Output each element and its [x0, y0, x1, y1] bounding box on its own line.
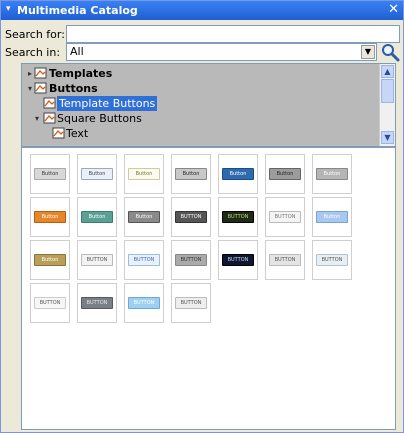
scroll-thumb[interactable]	[381, 79, 394, 103]
expanded-toggle-icon[interactable]: ▾	[28, 81, 32, 96]
button-template-thumbnail[interactable]: Button	[312, 154, 352, 194]
button-template-thumbnail[interactable]: BUTTON	[218, 240, 258, 280]
button-preview: BUTTON	[34, 297, 66, 309]
tree-item-label: Buttons	[49, 82, 98, 95]
panel-title: Multimedia Catalog	[17, 4, 138, 17]
button-template-thumbnail[interactable]: Button	[265, 154, 305, 194]
tree-item[interactable]: ▾ Square Buttons	[22, 111, 380, 126]
tree-item[interactable]: ▾ Buttons	[22, 81, 380, 96]
button-preview: BUTTON	[175, 211, 207, 223]
tree-item[interactable]: Template Buttons	[22, 96, 380, 111]
button-preview: Button	[222, 168, 254, 180]
button-preview: Button	[34, 211, 66, 223]
search-for-input[interactable]	[66, 25, 400, 43]
button-preview: Button	[128, 211, 160, 223]
search-for-label: Search for:	[5, 28, 65, 41]
chevron-down-icon[interactable]: ▼	[361, 45, 375, 59]
button-preview: BUTTON	[128, 254, 160, 266]
button-preview: Button	[175, 168, 207, 180]
button-template-thumbnail[interactable]: BUTTON	[171, 197, 211, 237]
expanded-toggle-icon[interactable]: ▾	[35, 111, 39, 126]
button-template-thumbnail[interactable]: Button	[30, 240, 70, 280]
button-template-thumbnail[interactable]: BUTTON	[30, 283, 70, 323]
button-preview: BUTTON	[316, 254, 348, 266]
button-template-thumbnail[interactable]: BUTTON	[124, 283, 164, 323]
button-template-thumbnail[interactable]: Button	[77, 197, 117, 237]
button-template-thumbnail[interactable]: Button	[124, 154, 164, 194]
button-preview: BUTTON	[81, 297, 113, 309]
button-template-thumbnail[interactable]: BUTTON	[265, 240, 305, 280]
search-in-select[interactable]: All ▼	[66, 43, 377, 61]
button-template-thumbnail[interactable]: BUTTON	[312, 240, 352, 280]
folder-document-icon	[52, 127, 65, 139]
folder-document-icon	[34, 67, 47, 79]
button-template-thumbnail[interactable]: Button	[312, 197, 352, 237]
collapse-arrow-icon[interactable]: ▾	[6, 4, 11, 14]
multimedia-catalog-panel: ▾ Multimedia Catalog ✕ Search for: Searc…	[0, 0, 404, 433]
button-preview: Button	[128, 168, 160, 180]
scroll-up-icon[interactable]: ▲	[381, 65, 394, 78]
scroll-down-icon[interactable]: ▼	[381, 131, 394, 144]
button-preview: BUTTON	[269, 254, 301, 266]
tree-item[interactable]: Text	[22, 126, 380, 141]
tree-item-label: Text	[66, 127, 89, 140]
button-preview: BUTTON	[222, 211, 254, 223]
button-preview: BUTTON	[222, 254, 254, 266]
search-in-label: Search in:	[5, 46, 61, 59]
panel-title-bar[interactable]: ▾ Multimedia Catalog ✕	[1, 1, 403, 20]
button-template-thumbnail[interactable]: Button	[30, 154, 70, 194]
tree-item[interactable]: ▸ Templates	[22, 66, 380, 81]
button-template-thumbnail[interactable]: BUTTON	[265, 197, 305, 237]
tree-item-label: Square Buttons	[57, 112, 142, 125]
button-preview: BUTTON	[175, 297, 207, 309]
button-preview: BUTTON	[175, 254, 207, 266]
button-template-thumbnail[interactable]: Button	[124, 197, 164, 237]
button-preview: Button	[269, 168, 301, 180]
button-template-thumbnail[interactable]: BUTTON	[171, 240, 211, 280]
button-template-grid: Button Button Button Button Button Button Butt…	[21, 147, 396, 430]
button-preview: Button	[316, 168, 348, 180]
button-preview: Button	[34, 254, 66, 266]
folder-document-icon	[43, 112, 56, 124]
folder-document-icon	[43, 97, 56, 109]
button-preview: Button	[316, 211, 348, 223]
button-preview: Button	[34, 168, 66, 180]
catalog-tree: ▸ Templates ▾ Buttons Template Buttons ▾ Squar…	[21, 63, 396, 147]
tree-item-label: Template Buttons	[57, 96, 158, 111]
button-template-thumbnail[interactable]: BUTTON	[171, 283, 211, 323]
button-template-thumbnail[interactable]: Button	[30, 197, 70, 237]
button-template-thumbnail[interactable]: BUTTON	[77, 240, 117, 280]
button-preview: BUTTON	[128, 297, 160, 309]
close-icon[interactable]: ✕	[388, 2, 399, 17]
button-template-thumbnail[interactable]: Button	[218, 154, 258, 194]
button-preview: Button	[81, 211, 113, 223]
search-in-row: Search in: All ▼	[5, 43, 401, 63]
tree-scrollbar[interactable]: ▲ ▼	[379, 64, 395, 146]
button-preview: BUTTON	[269, 211, 301, 223]
button-preview: Button	[81, 168, 113, 180]
search-icon[interactable]	[380, 42, 400, 62]
button-template-thumbnail[interactable]: Button	[77, 154, 117, 194]
button-preview: BUTTON	[81, 254, 113, 266]
folder-document-icon	[34, 82, 47, 94]
collapsed-toggle-icon[interactable]: ▸	[28, 66, 32, 81]
search-in-value: All	[70, 45, 84, 58]
button-template-thumbnail[interactable]: BUTTON	[77, 283, 117, 323]
button-template-thumbnail[interactable]: BUTTON	[124, 240, 164, 280]
tree-item-label: Templates	[49, 67, 113, 80]
button-template-thumbnail[interactable]: Button	[171, 154, 211, 194]
search-for-row: Search for:	[5, 25, 401, 45]
button-template-thumbnail[interactable]: BUTTON	[218, 197, 258, 237]
